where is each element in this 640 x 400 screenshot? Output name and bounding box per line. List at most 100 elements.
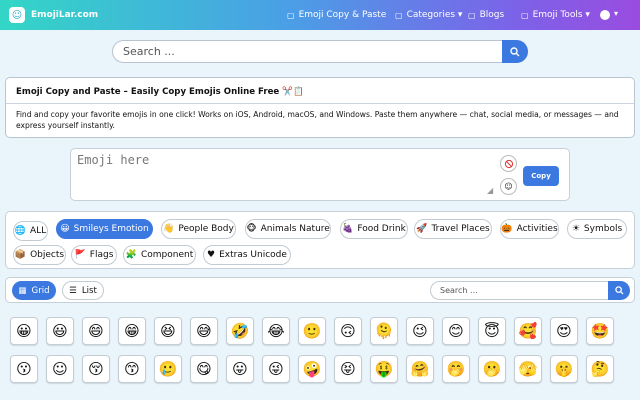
intro-description: Find and copy your favorite emojis in on… [16,110,619,130]
book-icon: ▢ [468,10,476,20]
category-label: ALL [30,226,47,236]
category-icon: 🚩 [74,250,86,260]
view-toolbar: ▦ Grid ☰ List [5,277,635,303]
category-filter: 🌐 ALL 😀 Smileys Emotion 👋 People Body 🐵 Animals… [5,211,635,269]
category-chip-food-drink[interactable]: 🍇 Food Drink [340,219,408,239]
emoji-tile[interactable]: 😍 [550,317,578,345]
emoji-tile[interactable]: 🫣 [514,355,542,383]
emoji-tile[interactable]: ☺ [46,355,74,383]
emoji-tile[interactable]: 😂 [262,317,290,345]
grid-view-button[interactable]: ▦ Grid [12,281,56,300]
category-label: Travel Places [431,224,490,234]
emoji-tile[interactable]: 😊 [442,317,470,345]
emoji-tile[interactable]: 😅 [190,317,218,345]
divider [6,103,634,104]
emoji-tile[interactable]: 😝 [334,355,362,383]
copy-icon: ▢ [287,10,295,20]
clear-button[interactable] [500,155,517,172]
emoji-tile[interactable]: 😛 [226,355,254,383]
emoji-tile[interactable]: 🥰 [514,317,542,345]
emoji-tile[interactable]: 😄 [82,317,110,345]
emoji-tile[interactable]: 🤩 [586,317,614,345]
search-button[interactable] [502,40,528,63]
category-label: Component [140,250,194,260]
category-chip-flags[interactable]: 🚩 Flags [71,245,117,265]
tools-icon: ▢ [521,10,529,20]
copy-button[interactable]: Copy [523,166,559,186]
emoji-tile[interactable]: 😉 [406,317,434,345]
category-icon: 🍇 [342,224,354,234]
search-icon [614,286,624,295]
emoji-tile[interactable]: 😚 [82,355,110,383]
emoji-tile[interactable]: 😜 [262,355,290,383]
nav-emoji-tools[interactable]: ▢ Emoji Tools ▾ [521,0,590,30]
nav-blogs[interactable]: ▢ Blogs [468,0,504,30]
emoji-tile[interactable]: 🤣 [226,317,254,345]
category-label: Symbols [583,224,623,234]
brand-logo[interactable]: ☺ EmojiLar.com [9,7,98,23]
emoji-picker-button[interactable]: ☺ [500,178,517,195]
emoji-tile[interactable]: 🤑 [370,355,398,383]
category-chip-extras-unicode[interactable]: ♥ Extras Unicode [203,245,291,265]
category-label: Food Drink [357,224,406,234]
resize-handle-icon[interactable]: ◢ [487,186,493,195]
emoji-tile[interactable]: 🥲 [154,355,182,383]
clear-icon [504,159,513,168]
category-chip-all[interactable]: 🌐 ALL [13,221,48,241]
emoji-filter-button[interactable] [608,281,630,300]
category-icon: ☀ [571,224,580,234]
emoji-tile[interactable]: 😙 [118,355,146,383]
category-chip-component[interactable]: 🧩 Component [123,245,196,265]
category-label: Animals Nature [260,224,330,234]
nav-categories[interactable]: ▢ Categories ▾ [395,0,462,30]
category-chip-activities[interactable]: 🎃 Activities [500,219,559,239]
theme-toggle-caret-icon[interactable]: ▾ [614,9,618,18]
category-label: Objects [30,250,65,260]
emoji-tile[interactable]: 😗 [10,355,38,383]
emoji-tile[interactable]: 😀 [10,317,38,345]
category-label: Smileys Emotion [73,224,149,234]
emoji-filter-input[interactable] [430,281,612,300]
category-icon: 😀 [60,224,70,234]
category-chip-people-body[interactable]: 👋 People Body [161,219,236,239]
category-chip-animals-nature[interactable]: 🐵 Animals Nature [245,219,331,239]
category-label: Activities [516,224,558,234]
emoji-tile[interactable]: 😁 [118,317,146,345]
emoji-composer: ◢ ☺ Copy [70,148,570,201]
emoji-tile[interactable]: 😆 [154,317,182,345]
emoji-tile[interactable]: 😋 [190,355,218,383]
emoji-tile[interactable]: 🤫 [550,355,578,383]
emoji-tile[interactable]: 🙃 [334,317,362,345]
category-chip-symbols[interactable]: ☀ Symbols [567,219,627,239]
emoji-tile[interactable]: 🙂 [298,317,326,345]
emoji-tile[interactable]: 😃 [46,317,74,345]
grid-icon: ▦ [18,285,27,296]
nav-emoji-copy-paste[interactable]: ▢ Emoji Copy & Paste [287,0,386,30]
category-icon: 📦 [14,250,27,260]
emoji-tile[interactable]: 😇 [478,317,506,345]
theme-toggle[interactable] [600,10,610,20]
category-icon: 🎃 [501,224,513,234]
main-search [112,40,528,63]
category-chip-objects[interactable]: 📦 Objects [13,245,66,265]
brand-name: EmojiLar.com [31,10,99,20]
category-icon: 🚀 [416,224,428,234]
category-chip-smileys-emotion[interactable]: 😀 Smileys Emotion [56,219,153,239]
list-icon: ☰ [69,285,77,296]
search-input[interactable] [112,40,504,63]
folder-icon: ▢ [395,10,403,20]
emoji-tile[interactable]: 🤪 [298,355,326,383]
emoji-textarea[interactable] [77,153,493,197]
category-icon: 🐵 [246,224,257,234]
page-title: Emoji Copy and Paste – Easily Copy Emoji… [16,87,304,97]
category-label: Flags [89,250,114,260]
category-label: People Body [178,224,234,234]
emoji-tile[interactable]: 🫢 [478,355,506,383]
brand-icon: ☺ [9,7,25,23]
emoji-tile[interactable]: 🤭 [442,355,470,383]
emoji-tile[interactable]: 🫠 [370,317,398,345]
list-view-button[interactable]: ☰ List [62,281,104,300]
emoji-tile[interactable]: 🤗 [406,355,434,383]
emoji-tile[interactable]: 🤔 [586,355,614,383]
category-chip-travel-places[interactable]: 🚀 Travel Places [414,219,492,239]
